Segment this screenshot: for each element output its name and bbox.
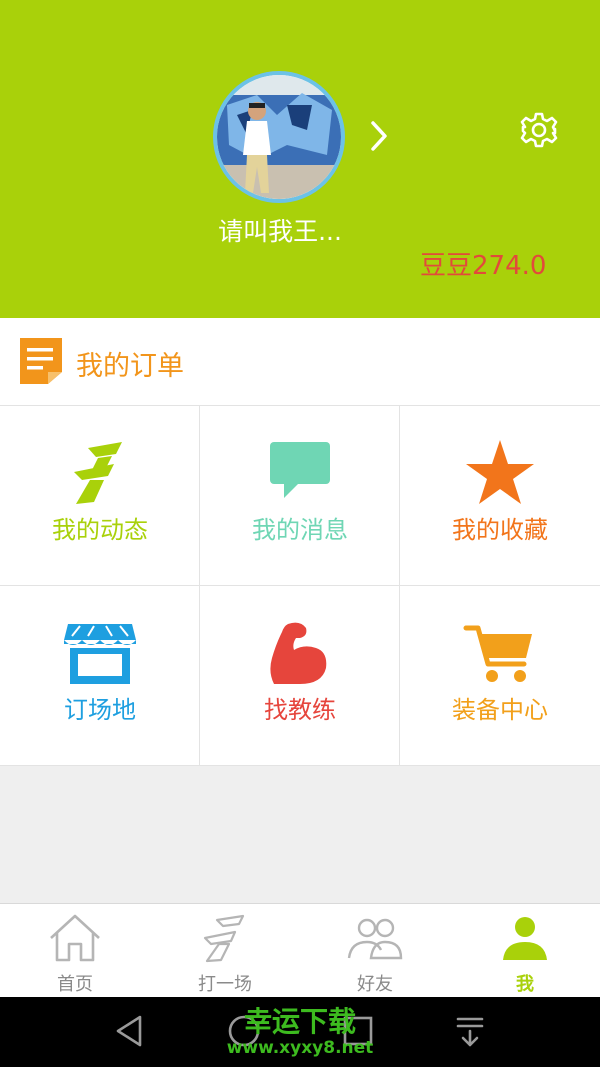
avatar[interactable] (213, 71, 345, 203)
feature-grid: 我的动态 我的消息 我的收藏 订场地 找教练 装备中心 (0, 406, 600, 766)
my-orders-row[interactable]: 我的订单 (0, 318, 600, 406)
chevron-right-icon[interactable] (364, 118, 394, 154)
person-icon (503, 917, 547, 960)
grid-label: 装备中心 (452, 696, 548, 724)
tab-friends[interactable]: 好友 (300, 904, 450, 998)
grid-item-equipment-center[interactable]: 装备中心 (400, 586, 600, 766)
profile-screen: 请叫我王... 豆豆274.0 我的订单 我的动态 我的消息 我的收藏 订场地 … (0, 0, 600, 1067)
tab-label: 首页 (57, 974, 93, 995)
cart-icon (463, 625, 532, 682)
grid-item-book-venue[interactable]: 订场地 (0, 586, 200, 766)
tab-home[interactable]: 首页 (0, 904, 150, 998)
watermark-title: 幸运下载 (243, 1005, 356, 1038)
profile-header: 请叫我王... 豆豆274.0 (0, 0, 600, 318)
grid-label: 订场地 (64, 696, 136, 724)
gear-icon[interactable] (519, 110, 559, 150)
muscle-icon (270, 622, 327, 684)
order-list-icon (20, 338, 62, 384)
grid-item-my-messages[interactable]: 我的消息 (200, 406, 400, 586)
tab-label: 打一场 (198, 974, 252, 995)
username[interactable]: 请叫我王... (200, 212, 360, 248)
home-icon (50, 914, 100, 962)
tab-me[interactable]: 我 (450, 904, 600, 998)
grid-label: 我的消息 (252, 516, 348, 544)
star-icon (466, 440, 534, 504)
message-icon (270, 442, 330, 498)
notification-pull-down-icon[interactable] (452, 1013, 488, 1049)
grid-item-my-favorites[interactable]: 我的收藏 (400, 406, 600, 586)
bottom-tab-bar: 首页 打一场 好友 我 (0, 903, 600, 997)
tab-play[interactable]: 打一场 (150, 904, 300, 998)
store-icon (64, 624, 136, 684)
grid-item-my-activity[interactable]: 我的动态 (0, 406, 200, 586)
running-icon (74, 442, 122, 504)
running-icon (203, 914, 245, 963)
grid-item-find-coach[interactable]: 找教练 (200, 586, 400, 766)
beans-balance: 豆豆274.0 (420, 251, 547, 281)
watermark-url: www.xyxy8.net (226, 1038, 374, 1058)
my-orders-title: 我的订单 (76, 351, 184, 382)
grid-label: 找教练 (264, 696, 336, 724)
grid-label: 我的动态 (52, 516, 148, 544)
back-icon[interactable] (112, 1013, 148, 1049)
avatar-image (217, 75, 341, 199)
tab-label: 好友 (357, 974, 393, 995)
grid-label: 我的收藏 (452, 516, 548, 544)
friends-icon (347, 918, 403, 960)
tab-label: 我 (516, 974, 534, 995)
